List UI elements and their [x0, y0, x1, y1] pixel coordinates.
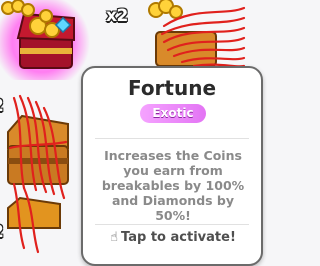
inventory-slot-chest-2[interactable]	[0, 88, 74, 256]
item-count-2-lower: 2	[0, 222, 4, 242]
tooltip-divider-bottom	[95, 224, 249, 225]
tap-to-activate-label: Tap to activate!	[121, 230, 236, 245]
tooltip-divider	[95, 138, 249, 139]
pointing-hand-icon: ☝	[110, 230, 119, 245]
rarity-badge: Exotic	[140, 104, 206, 123]
tap-to-activate-action[interactable]: ☝ Tap to activate!	[93, 230, 253, 245]
tooltip-description: Increases the Coins you earn from breaka…	[101, 148, 245, 223]
item-tooltip[interactable]: Fortune Exotic Increases the Coins you e…	[81, 66, 263, 266]
coin-treasure-chest-icon	[7, 94, 69, 254]
coin-treasure-chest-icon	[1, 0, 75, 69]
item-count-2: 2	[0, 96, 4, 116]
item-count-x2: x2	[106, 6, 128, 26]
tooltip-title: Fortune	[127, 76, 217, 100]
inventory-slot-fortune-chest[interactable]	[0, 0, 90, 80]
